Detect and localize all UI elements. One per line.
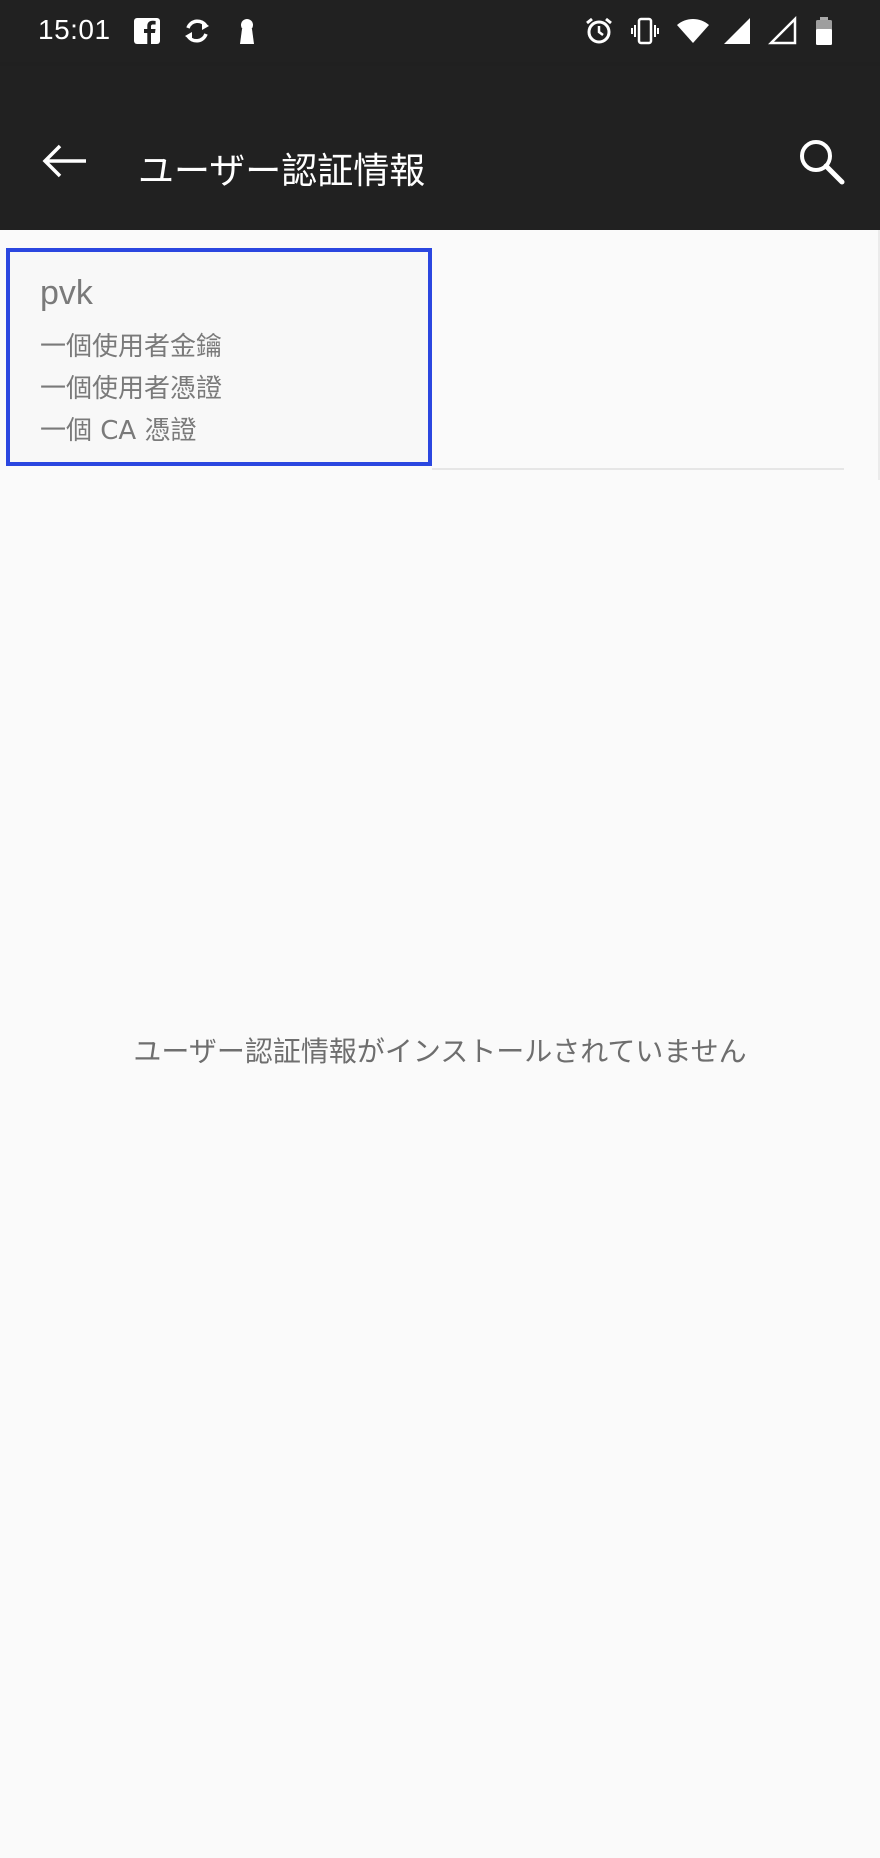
status-right-icons — [584, 15, 846, 48]
vibrate-icon — [630, 16, 662, 48]
status-bar: 15:01 — [0, 0, 880, 66]
status-time: 15:01 — [38, 14, 111, 45]
list-divider — [432, 468, 844, 470]
wifi-icon — [676, 16, 709, 48]
search-button[interactable] — [786, 128, 858, 200]
keyhole-icon — [232, 16, 264, 48]
content-area: pvk 一個使用者金鑰 一個使用者憑證 一個 CA 憑證 ユーザー認証情報がイン… — [0, 230, 880, 1858]
credential-user-cert: 一個使用者憑證 — [40, 374, 223, 404]
search-icon — [797, 137, 847, 191]
battery-icon — [814, 16, 846, 48]
back-button[interactable] — [30, 128, 100, 198]
arrow-left-icon — [42, 143, 88, 183]
page-title: ユーザー認証情報 — [138, 151, 426, 192]
signal-empty-icon — [767, 15, 800, 48]
status-left-icons — [132, 16, 264, 48]
credential-user-key: 一個使用者金鑰 — [40, 332, 223, 362]
credential-list-item[interactable]: pvk 一個使用者金鑰 一個使用者憑證 一個 CA 憑證 — [6, 248, 432, 466]
sync-icon — [182, 16, 214, 48]
empty-state-message: ユーザー認証情報がインストールされていません — [133, 1035, 747, 1068]
alarm-icon — [584, 16, 616, 48]
credential-name: pvk — [40, 274, 93, 312]
facebook-icon — [132, 16, 164, 48]
credential-ca-cert: 一個 CA 憑證 — [40, 416, 197, 446]
app-bar: ユーザー認証情報 — [0, 66, 880, 230]
signal-icon — [722, 16, 754, 48]
